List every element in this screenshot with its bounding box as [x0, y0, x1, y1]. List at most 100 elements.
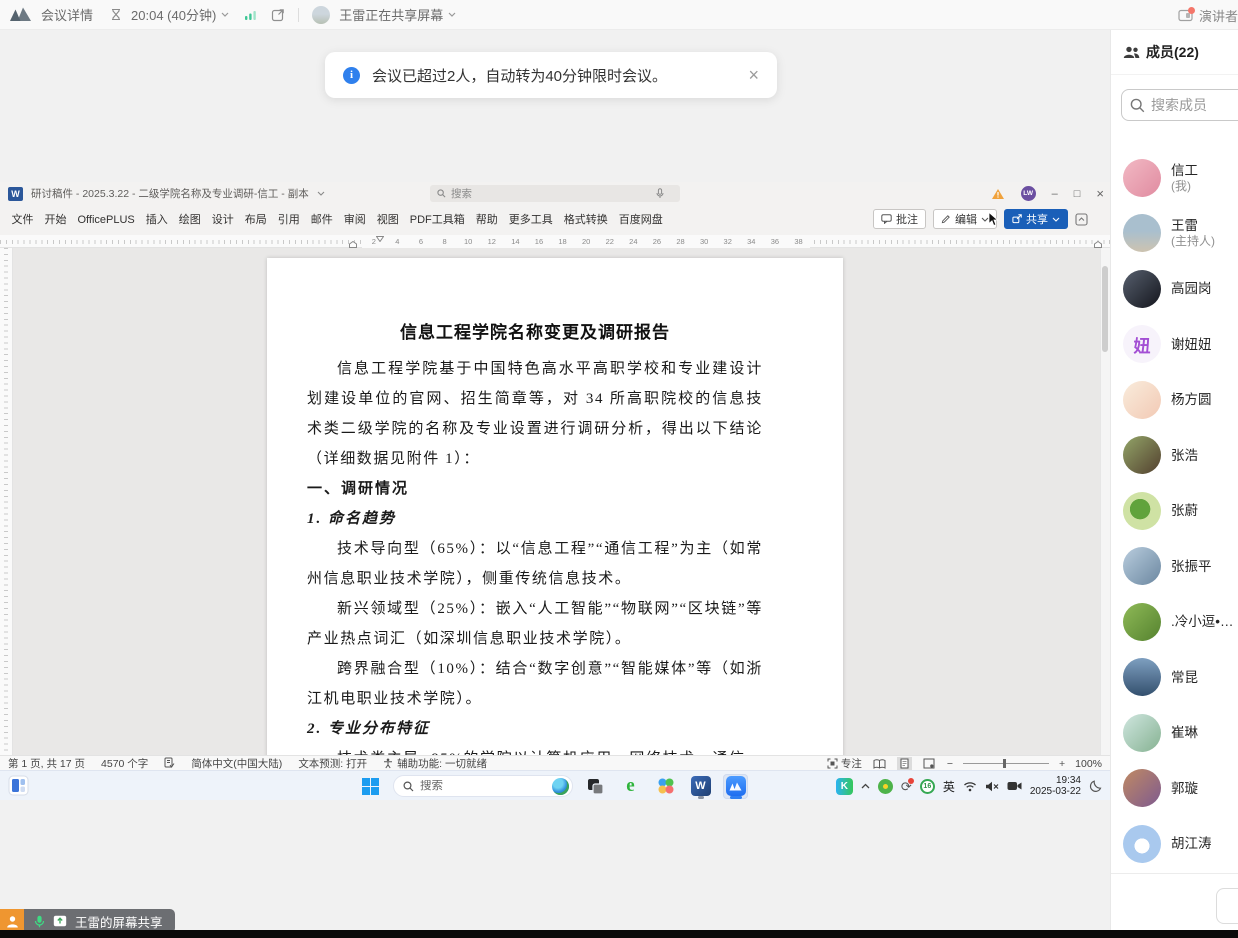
tray-expand-icon[interactable] [861, 783, 870, 789]
scrollbar-thumb[interactable] [1102, 266, 1108, 352]
member-row[interactable]: 常昆 [1111, 650, 1238, 706]
ribbon-tab[interactable]: OfficePLUS [72, 205, 140, 235]
word-search-box[interactable] [430, 185, 680, 202]
screen-share-indicator[interactable]: 王雷的屏幕共享 [0, 909, 175, 930]
ribbon-tab[interactable]: 百度网盘 [613, 205, 668, 235]
ribbon-tab[interactable]: 插入 [140, 205, 173, 235]
print-layout-button[interactable] [897, 757, 912, 770]
warning-icon[interactable] [991, 188, 1005, 200]
proofing-icon[interactable] [164, 757, 175, 769]
ribbon-tab[interactable]: 邮件 [305, 205, 338, 235]
member-row[interactable]: 妞 谢妞妞 [1111, 317, 1238, 373]
member-row[interactable]: 张振平 [1111, 539, 1238, 595]
zoom-out-button[interactable]: − [947, 758, 953, 770]
tray-antivirus-icon[interactable] [878, 779, 893, 794]
browser-e-icon[interactable]: e [618, 774, 643, 799]
member-row[interactable]: 胡江涛 [1111, 816, 1238, 872]
footer-action-button[interactable] [1216, 888, 1238, 924]
ribbon-tab[interactable]: 视图 [371, 205, 404, 235]
member-row[interactable]: 张蔚 [1111, 483, 1238, 539]
member-row[interactable]: 高园岗 [1111, 261, 1238, 317]
language-indicator[interactable]: 简体中文(中国大陆) [191, 756, 282, 771]
ime-indicator[interactable]: 英 [943, 778, 955, 795]
volume-muted-icon[interactable] [985, 781, 999, 792]
account-avatar[interactable]: LW [1021, 186, 1036, 201]
accessibility-status[interactable]: 辅助功能: 一切就绪 [383, 756, 487, 771]
member-row[interactable]: .冷小逗•… [1111, 594, 1238, 650]
first-line-indent-marker[interactable] [376, 236, 384, 242]
zoom-level[interactable]: 100% [1075, 758, 1102, 770]
ribbon-tab[interactable]: PDF工具箱 [404, 205, 470, 235]
zoom-slider-thumb[interactable] [1003, 759, 1006, 768]
word-count[interactable]: 4570 个字 [101, 756, 148, 771]
ribbon-tab[interactable]: 布局 [239, 205, 272, 235]
text-prediction[interactable]: 文本预测: 打开 [298, 756, 367, 771]
document-page[interactable]: 信息工程学院名称变更及调研报告 信息工程学院基于中国特色高水平高职学校和专业建设… [267, 258, 843, 755]
title-chevron-icon[interactable] [317, 191, 325, 196]
member-search-box[interactable] [1121, 89, 1238, 121]
minimize-button[interactable]: – [1052, 188, 1058, 200]
share-button[interactable]: 共享 [1004, 209, 1068, 229]
dictate-mic-icon[interactable] [656, 188, 664, 199]
ruler-number: 34 [740, 235, 764, 248]
sharing-status[interactable]: 王雷正在共享屏幕 [339, 5, 456, 24]
tray-badge-icon[interactable]: 16 [920, 779, 935, 794]
ribbon-tab[interactable]: 引用 [272, 205, 305, 235]
member-row[interactable]: 王雷 (主持人) [1111, 206, 1238, 262]
ribbon-tab[interactable]: 更多工具 [503, 205, 558, 235]
member-avatar [1123, 270, 1161, 308]
ribbon-tab[interactable]: 设计 [206, 205, 239, 235]
taskbar-search-input[interactable] [420, 780, 530, 792]
presenter-person-icon[interactable] [0, 909, 24, 930]
member-row[interactable]: 崔琳 [1111, 705, 1238, 761]
ribbon-tab[interactable]: 帮助 [470, 205, 503, 235]
member-row[interactable]: 信工 (我) [1111, 150, 1238, 206]
camera-icon[interactable] [1007, 781, 1022, 791]
toast-close-button[interactable]: × [748, 65, 759, 86]
page-indicator[interactable]: 第 1 页, 共 17 页 [8, 756, 85, 771]
hourglass-icon [110, 8, 122, 21]
ribbon-tab[interactable]: 绘图 [173, 205, 206, 235]
presenter-view-button[interactable]: 演讲者视图 [1178, 0, 1238, 30]
meeting-details-button[interactable]: 会议详情 [41, 5, 93, 24]
open-external-icon[interactable] [271, 8, 285, 22]
snipping-tool-icon[interactable] [583, 774, 608, 799]
zoom-slider[interactable] [963, 763, 1049, 764]
widgets-button[interactable] [8, 775, 29, 796]
restore-button[interactable]: □ [1074, 188, 1081, 200]
document-scrollbar[interactable] [1100, 248, 1110, 755]
tray-sync-icon[interactable]: ⟳ [901, 780, 912, 793]
member-row[interactable]: 郭璇 [1111, 761, 1238, 817]
ribbon-tab[interactable]: 文件 [6, 205, 39, 235]
read-mode-button[interactable] [872, 757, 887, 770]
close-button[interactable]: × [1096, 186, 1104, 201]
ribbon-tab[interactable]: 开始 [39, 205, 72, 235]
shared-screen-stage: i 会议已超过2人，自动转为40分钟限时会议。 × W 研讨稿件 - 2025.… [0, 30, 1110, 930]
ribbon-options-icon[interactable] [1075, 213, 1088, 226]
wifi-icon[interactable] [963, 781, 977, 792]
tray-clock[interactable]: 19:34 2025-03-22 [1030, 775, 1081, 797]
taskbar-search[interactable] [393, 775, 573, 797]
ribbon-tab[interactable]: 格式转换 [558, 205, 613, 235]
right-indent-marker[interactable] [1094, 241, 1102, 248]
taskbar-word-icon[interactable]: W [688, 774, 713, 799]
meeting-timer[interactable]: 20:04 (40分钟) [131, 5, 229, 24]
member-row[interactable]: 张浩 [1111, 428, 1238, 484]
focus-mode-button[interactable]: 专注 [827, 756, 862, 771]
zoom-in-button[interactable]: + [1059, 758, 1065, 770]
vertical-ruler[interactable] [0, 248, 13, 755]
comment-button[interactable]: 批注 [873, 209, 926, 229]
member-row[interactable]: 杨方圆 [1111, 372, 1238, 428]
ribbon-tab[interactable]: 审阅 [338, 205, 371, 235]
tray-k-icon[interactable]: K [836, 778, 853, 795]
night-mode-icon[interactable] [1089, 780, 1102, 793]
word-search-input[interactable] [451, 188, 651, 200]
start-button[interactable] [358, 774, 383, 799]
taskbar-meeting-icon[interactable] [723, 774, 748, 799]
horizontal-ruler[interactable]: 2468101214161820222426283032343638 [0, 235, 1110, 248]
left-indent-marker[interactable] [349, 241, 357, 248]
web-layout-button[interactable] [922, 757, 937, 770]
member-search-input[interactable] [1151, 97, 1238, 113]
network-signal-icon[interactable] [244, 9, 258, 21]
app-flower-icon[interactable] [653, 774, 678, 799]
